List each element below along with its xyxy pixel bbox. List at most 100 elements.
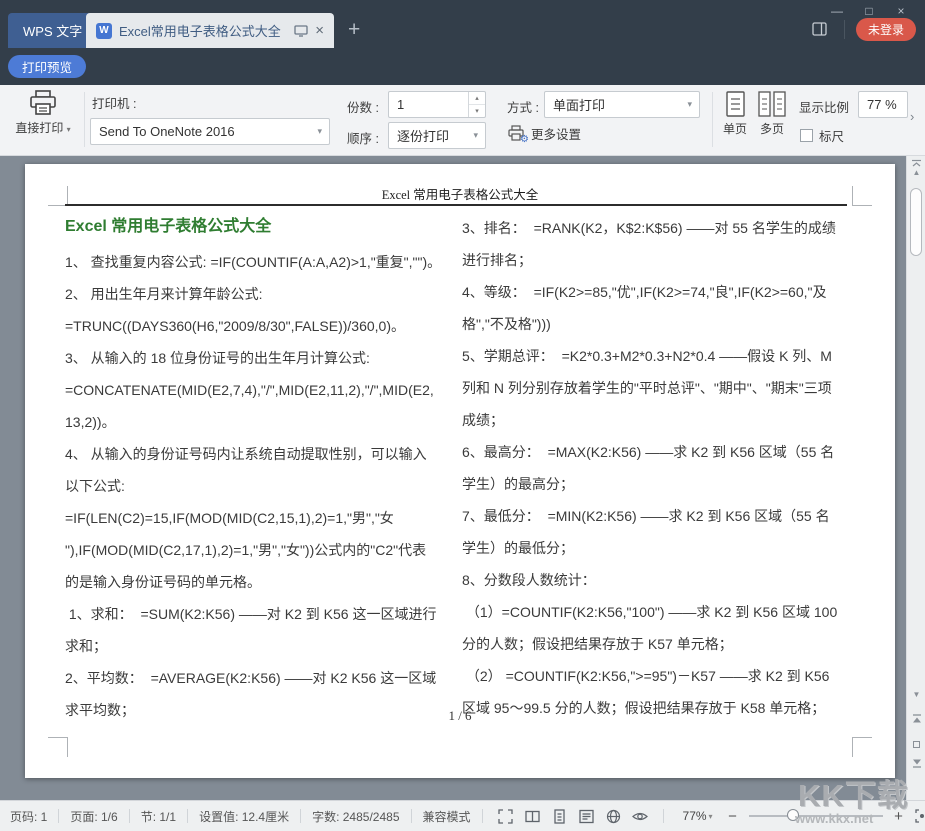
fullscreen-icon[interactable]: [492, 809, 519, 824]
new-tab-button[interactable]: +: [348, 19, 360, 40]
checkbox-icon[interactable]: [800, 129, 813, 142]
method-select-value: 单面打印: [545, 95, 605, 114]
chevron-down-icon: ▾: [687, 99, 699, 110]
status-separator: [58, 809, 59, 823]
app-tab-label: WPS 文字: [23, 21, 82, 40]
document-text-line: 的是输入身份证号码的单元格。: [65, 566, 450, 598]
scroll-up-icon[interactable]: ▲: [907, 168, 925, 177]
status-item[interactable]: 页面: 1/6: [68, 808, 119, 825]
minimize-icon[interactable]: —: [821, 2, 853, 20]
document-text-line: =TRUNC((DAYS360(H6,"2009/8/30",FALSE))/3…: [65, 310, 450, 342]
document-text-line: （2） =COUNTIF(K2:K56,">=95")－K57 ——求 K2 到…: [462, 660, 854, 692]
status-item[interactable]: 设置值: 12.4厘米: [197, 808, 291, 825]
document-text-line: 8、分数段人数统计：: [462, 564, 854, 596]
kk-download-watermark: KK下载: [798, 770, 909, 815]
zoom-ratio-value: 77 %: [859, 97, 897, 112]
margin-mark: [852, 737, 872, 757]
method-label: 方式 :: [507, 97, 539, 116]
direct-print-button[interactable]: 直接打印 ▾: [4, 89, 82, 136]
document-text-line: 3、 从输入的 18 位身份证号的出生年月计算公式:: [65, 342, 450, 374]
multi-page-label: 多页: [754, 120, 790, 137]
document-text-line: 学生）的最高分；: [462, 468, 854, 500]
zoom-percent-value[interactable]: 77%: [683, 809, 707, 823]
panel-toggle-icon[interactable]: [812, 22, 827, 36]
zoom-ratio-input[interactable]: 77 %: [858, 91, 908, 118]
next-page-icon[interactable]: [907, 758, 925, 768]
document-title: Excel 常用电子表格公式大全: [65, 212, 450, 246]
document-text-line: 格","不及格"))): [462, 308, 854, 340]
toolbar-expand-icon[interactable]: ›: [910, 109, 914, 124]
tab-close-icon[interactable]: ×: [315, 23, 324, 38]
document-text-line: 分的人数；假设把结果存放于 K57 单元格；: [462, 628, 854, 660]
book-view-icon[interactable]: [519, 809, 546, 824]
previous-page-icon[interactable]: [907, 714, 925, 724]
preview-canvas: Excel 常用电子表格公式大全 Excel 常用电子表格公式大全 1、 查找重…: [0, 156, 925, 800]
web-view-icon[interactable]: [600, 809, 627, 824]
method-select[interactable]: 单面打印 ▾: [544, 91, 700, 118]
copies-value: 1: [389, 97, 404, 112]
multi-page-button[interactable]: 多页: [754, 91, 790, 137]
status-bar: 页码: 1 页面: 1/6 节: 1/1 设置值: 12.4厘米 字数: 248…: [0, 800, 925, 831]
document-text-line: 13,2))。: [65, 406, 450, 438]
fit-page-icon[interactable]: [909, 809, 925, 823]
document-text-line: 7、最低分： =MIN(K2:K56) ——求 K2 到 K56 区域（55 名: [462, 500, 854, 532]
spinner-down-icon[interactable]: ▾: [469, 105, 485, 117]
select-page-icon[interactable]: [913, 741, 920, 748]
document-text-line: （1）=COUNTIF(K2:K56,"100") ——求 K2 到 K56 区…: [462, 596, 854, 628]
document-tab[interactable]: W Excel常用电子表格公式大全 ×: [86, 13, 334, 48]
document-text-line: =CONCATENATE(MID(E2,7,4),"/",MID(E2,11,2…: [65, 374, 450, 406]
document-text-line: 求和；: [65, 630, 450, 662]
more-settings-button[interactable]: ⚙ 更多设置: [507, 124, 581, 143]
app-tab-wps[interactable]: WPS 文字: [8, 13, 97, 48]
document-text-line: 5、学期总评： =K2*0.3+M2*0.3+N2*0.4 ——假设 K 列、M: [462, 340, 854, 372]
direct-print-label: 直接打印: [15, 121, 63, 135]
outline-view-icon[interactable]: [573, 809, 600, 824]
document-text-line: 3、排名： =RANK(K2，K$2:K$56) ——对 55 名学生的成绩: [462, 212, 854, 244]
status-item[interactable]: 兼容模式: [421, 808, 473, 825]
margin-mark: [48, 737, 68, 757]
right-column-lines: 3、排名： =RANK(K2，K$2:K$56) ——对 55 名学生的成绩进行…: [462, 212, 854, 724]
eye-protect-icon[interactable]: [627, 809, 654, 824]
printer-label: 打印机 :: [92, 93, 136, 112]
page-view-icon[interactable]: [546, 809, 573, 824]
print-toolbar: 直接打印 ▾ 打印机 : Send To OneNote 2016 ▾ 份数 :…: [0, 85, 925, 156]
zoom-out-button[interactable]: −: [723, 808, 743, 825]
page-header-text: Excel 常用电子表格公式大全: [25, 184, 895, 203]
status-separator: [187, 809, 188, 823]
toolbar-separator: [84, 92, 85, 147]
header-rule: [65, 204, 847, 206]
document-text-line: 进行排名；: [462, 244, 854, 276]
spinner-up-icon[interactable]: ▴: [469, 92, 485, 105]
document-text-line: 2、平均数： =AVERAGE(K2:K56) ——对 K2 K56 这一区域: [65, 662, 450, 694]
printer-select[interactable]: Send To OneNote 2016 ▾: [90, 118, 330, 145]
status-separator: [300, 809, 301, 823]
copies-stepper[interactable]: 1 ▴ ▾: [388, 91, 486, 118]
toolbar-separator: [712, 92, 713, 147]
status-separator: [663, 809, 664, 823]
document-text-line: 4、 从输入的身份证号码内让系统自动提取性别，可以输入: [65, 438, 450, 470]
status-items: 页码: 1 页面: 1/6 节: 1/1 设置值: 12.4厘米 字数: 248…: [8, 808, 492, 825]
chevron-down-icon[interactable]: ▾: [709, 812, 713, 821]
kkx-url-watermark: www.kkx.net: [795, 811, 873, 826]
scroll-down-icon[interactable]: ▼: [907, 690, 925, 699]
ruler-label: 标尺: [819, 126, 844, 145]
copies-spinner[interactable]: ▴ ▾: [468, 92, 485, 117]
print-preview-button[interactable]: 打印预览: [8, 55, 86, 78]
collapse-toolbar-icon[interactable]: [907, 157, 925, 168]
ruler-checkbox[interactable]: 标尺: [800, 126, 844, 145]
status-item[interactable]: 节: 1/1: [139, 808, 178, 825]
left-column-lines: 1、 查找重复内容公式: =IF(COUNTIF(A:A,A2)>1,"重复",…: [65, 246, 450, 726]
status-item[interactable]: 页码: 1: [8, 808, 49, 825]
document-text-line: 1、求和： =SUM(K2:K56) ——对 K2 到 K56 这一区域进行: [65, 598, 450, 630]
printer-select-value: Send To OneNote 2016: [91, 124, 235, 139]
single-page-button[interactable]: 单页: [718, 91, 752, 137]
chevron-down-icon: ▾: [473, 130, 485, 141]
scrollbar-thumb[interactable]: [910, 188, 922, 256]
document-text-line: 以下公式:: [65, 470, 450, 502]
status-item[interactable]: 字数: 2485/2485: [310, 808, 401, 825]
vertical-scrollbar[interactable]: ▲ ▼: [906, 156, 925, 800]
titlebar: WPS 文字 W Excel常用电子表格公式大全 × + — □ × 未登录 打…: [0, 0, 925, 85]
login-button[interactable]: 未登录: [856, 18, 916, 41]
tab-monitor-icon[interactable]: [294, 25, 308, 37]
order-select[interactable]: 逐份打印 ▾: [388, 122, 486, 149]
